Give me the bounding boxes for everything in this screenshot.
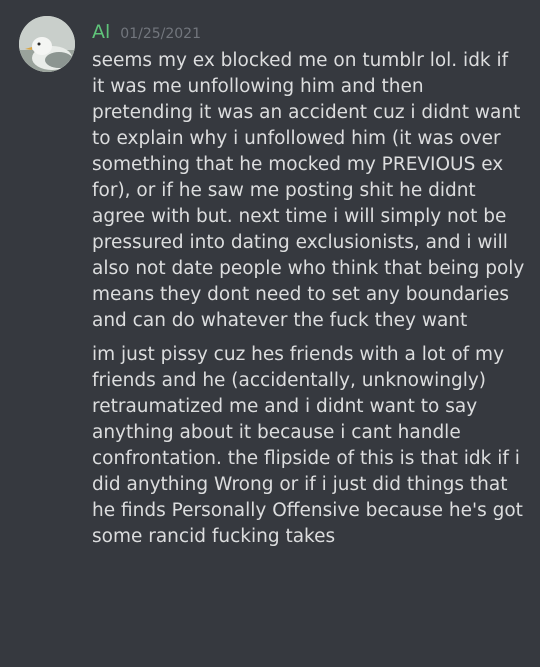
seagull-avatar-icon xyxy=(19,16,75,72)
message-paragraph: seems my ex blocked me on tumblr lol. id… xyxy=(92,50,525,331)
message-content: seems my ex blocked me on tumblr lol. id… xyxy=(92,48,526,550)
avatar[interactable] xyxy=(19,16,75,72)
chat-message: Al 01/25/2021 seems my ex blocked me on … xyxy=(0,0,540,667)
username[interactable]: Al xyxy=(92,21,110,43)
message-header: Al 01/25/2021 xyxy=(92,21,201,43)
timestamp[interactable]: 01/25/2021 xyxy=(120,26,201,42)
message-paragraph: im just pissy cuz hes friends with a lot… xyxy=(92,344,523,547)
